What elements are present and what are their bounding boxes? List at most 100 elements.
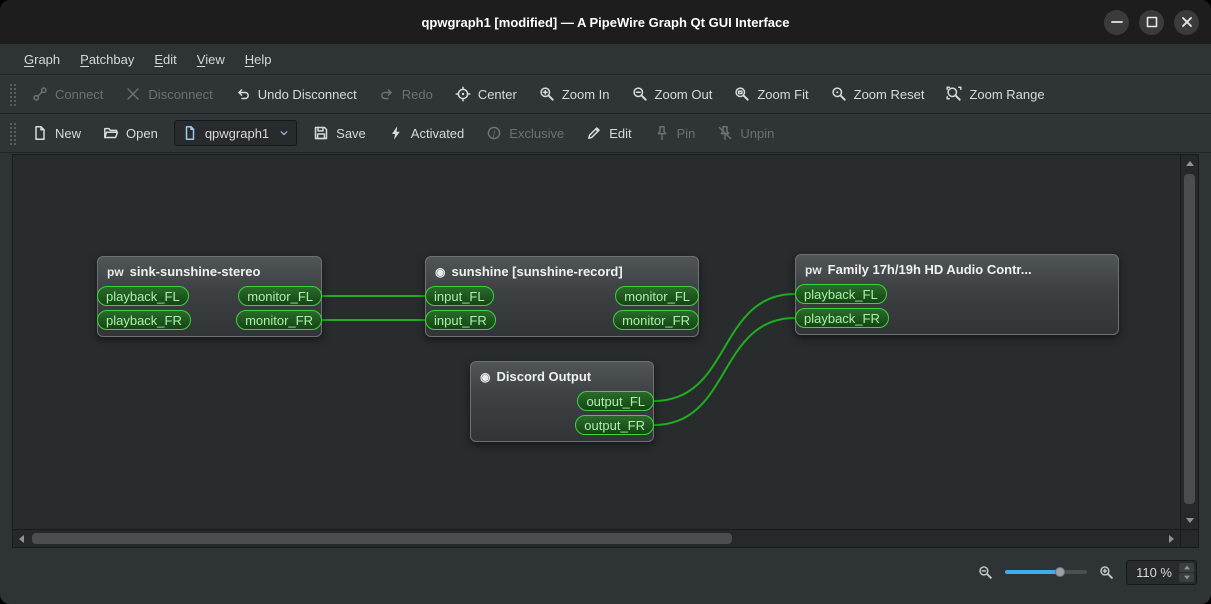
tool-label: Pin [676, 125, 696, 141]
toolbar-file: New Open qpwgraph1 Save Activated f Exclusive E… [22, 119, 784, 147]
tool-label: Open [126, 125, 158, 141]
tool-label: Undo Disconnect [257, 86, 357, 102]
zoom-out-icon [632, 86, 648, 102]
tool-undo-disconnect-button[interactable]: Undo Disconnect [225, 80, 367, 108]
zoom-in-icon[interactable] [1099, 565, 1114, 580]
scroll-right-button[interactable] [1163, 530, 1180, 547]
port-playback-fr[interactable]: playback_FR [97, 310, 191, 330]
vertical-scroll-track[interactable] [1181, 172, 1198, 512]
maximize-button[interactable] [1139, 9, 1164, 35]
menu-view[interactable]: View [187, 44, 235, 74]
tool-zoom-reset-button[interactable]: Zoom Reset [821, 80, 935, 108]
scroll-up-button[interactable] [1181, 155, 1198, 172]
tool-exclusive-button[interactable]: f Exclusive [476, 119, 574, 147]
undo-icon [235, 86, 251, 102]
zoom-spin-up-button[interactable] [1179, 562, 1194, 572]
tool-redo-button[interactable]: Redo [369, 80, 443, 108]
node-title-text: sink-sunshine-stereo [129, 264, 261, 279]
port-output-fr[interactable]: output_FR [575, 415, 654, 435]
close-icon [1179, 14, 1195, 30]
zoom-out-icon[interactable] [978, 565, 993, 580]
menu-edit[interactable]: Edit [144, 44, 186, 74]
node-title: ◉ sunshine [sunshine-record] [426, 257, 698, 284]
menu-patchbay[interactable]: Patchbay [70, 44, 144, 74]
menu-graph[interactable]: Graph [14, 44, 70, 74]
tool-label: Zoom In [561, 86, 610, 102]
menu-help[interactable]: Help [235, 44, 282, 74]
node-family-17h-19h-hd-audio-contr[interactable]: pw Family 17h/19h HD Audio Contr... playba… [795, 254, 1119, 335]
tool-zoom-in-button[interactable]: Zoom In [529, 80, 620, 108]
horizontal-scroll-track[interactable] [30, 530, 1163, 547]
tool-pin-button[interactable]: Pin [644, 119, 706, 147]
title-bar[interactable]: qpwgraph1 [modified] — A PipeWire Graph … [0, 0, 1211, 44]
zoom-slider-handle[interactable] [1055, 567, 1066, 577]
port-playback-fl[interactable]: playback_FL [97, 286, 189, 306]
minimize-icon [1109, 14, 1125, 30]
close-button[interactable] [1174, 9, 1199, 35]
tool-zoom-out-button[interactable]: Zoom Out [622, 80, 723, 108]
tool-activated-button[interactable]: Activated [378, 119, 474, 147]
horizontal-scrollbar[interactable] [13, 530, 1180, 547]
tool-unpin-button[interactable]: Unpin [707, 119, 784, 147]
window-title: qpwgraph1 [modified] — A PipeWire Graph … [421, 14, 790, 30]
vertical-scroll-thumb[interactable] [1184, 174, 1195, 504]
node-discord-output[interactable]: ◉ Discord Output output_FL output_FR [470, 361, 654, 442]
node-sunshine-sunshine-record[interactable]: ◉ sunshine [sunshine-record] input_FLmonit… [425, 256, 699, 337]
port-monitor-fr[interactable]: monitor_FR [613, 310, 699, 330]
tool-label: Zoom Fit [757, 86, 809, 102]
edit-icon [586, 125, 602, 141]
scroll-left-icon [19, 534, 24, 543]
tool-open-button[interactable]: Open [93, 119, 168, 147]
tool-zoom-fit-button[interactable]: Zoom Fit [724, 80, 818, 108]
tool-label: Zoom Reset [853, 86, 925, 102]
tool-center-button[interactable]: Center [445, 80, 527, 108]
tool-label: Exclusive [509, 125, 565, 141]
maximize-icon [1144, 14, 1160, 30]
tool-disconnect-button[interactable]: Disconnect [115, 80, 222, 108]
toolbar-handle[interactable] [8, 121, 16, 145]
port-monitor-fl[interactable]: monitor_FL [238, 286, 322, 306]
port-monitor-fr[interactable]: monitor_FR [236, 310, 322, 330]
tool-edit-button[interactable]: Edit [576, 119, 641, 147]
tool-label: New [55, 125, 82, 141]
center-icon [455, 86, 471, 102]
minimize-button[interactable] [1104, 9, 1129, 35]
scroll-right-icon [1169, 534, 1174, 543]
vertical-scrollbar[interactable] [1180, 155, 1198, 529]
zoom-spinbox[interactable]: 110 % [1126, 559, 1197, 585]
port-output-fl[interactable]: output_FL [577, 391, 654, 411]
port-input-fr[interactable]: input_FR [425, 310, 496, 330]
menubar: Graph Patchbay Edit View Help [0, 44, 1211, 75]
tool-save-button[interactable]: Save [303, 119, 376, 147]
wires-svg [321, 293, 796, 426]
tool-connect-button[interactable]: Connect [22, 80, 113, 108]
tool-label: Edit [609, 125, 632, 141]
pipewire-icon: pw [107, 264, 124, 279]
tool-zoom-range-button[interactable]: Zoom Range [936, 80, 1054, 108]
port-monitor-fl[interactable]: monitor_FL [615, 286, 699, 306]
scroll-left-button[interactable] [13, 530, 30, 547]
unpin-icon [717, 125, 733, 141]
patchbay-file-combo[interactable]: qpwgraph1 [173, 120, 298, 146]
toolbar-handle[interactable] [8, 82, 16, 106]
graph-canvas[interactable]: pw sink-sunshine-stereo playback_FL monitor… [13, 155, 1180, 529]
tool-label: Connect [55, 86, 104, 102]
toolbar-main-wrap: Connect Disconnect Undo Disconnect Redo Cent… [0, 75, 1211, 114]
scroll-down-button[interactable] [1181, 512, 1198, 529]
port-input-fl[interactable]: input_FL [425, 286, 494, 306]
tool-label: Activated [410, 125, 465, 141]
status-bar: 110 % [0, 550, 1211, 604]
horizontal-scroll-thumb[interactable] [32, 533, 732, 544]
tool-new-button[interactable]: New [22, 119, 91, 147]
port-playback-fr[interactable]: playback_FR [795, 308, 889, 328]
port-playback-fl[interactable]: playback_FL [795, 284, 887, 304]
pipewire-icon: pw [805, 262, 822, 277]
activated-icon [388, 125, 404, 141]
zoom-value: 110 % [1136, 564, 1172, 580]
node-title: pw Family 17h/19h HD Audio Contr... [796, 255, 1118, 282]
zoom-spin-down-button[interactable] [1179, 572, 1194, 582]
save-icon [313, 125, 329, 141]
node-sink-sunshine-stereo[interactable]: pw sink-sunshine-stereo playback_FL monitor… [97, 256, 322, 337]
zoom-slider[interactable] [1005, 565, 1088, 579]
zoom-slider-track[interactable] [1005, 570, 1088, 574]
